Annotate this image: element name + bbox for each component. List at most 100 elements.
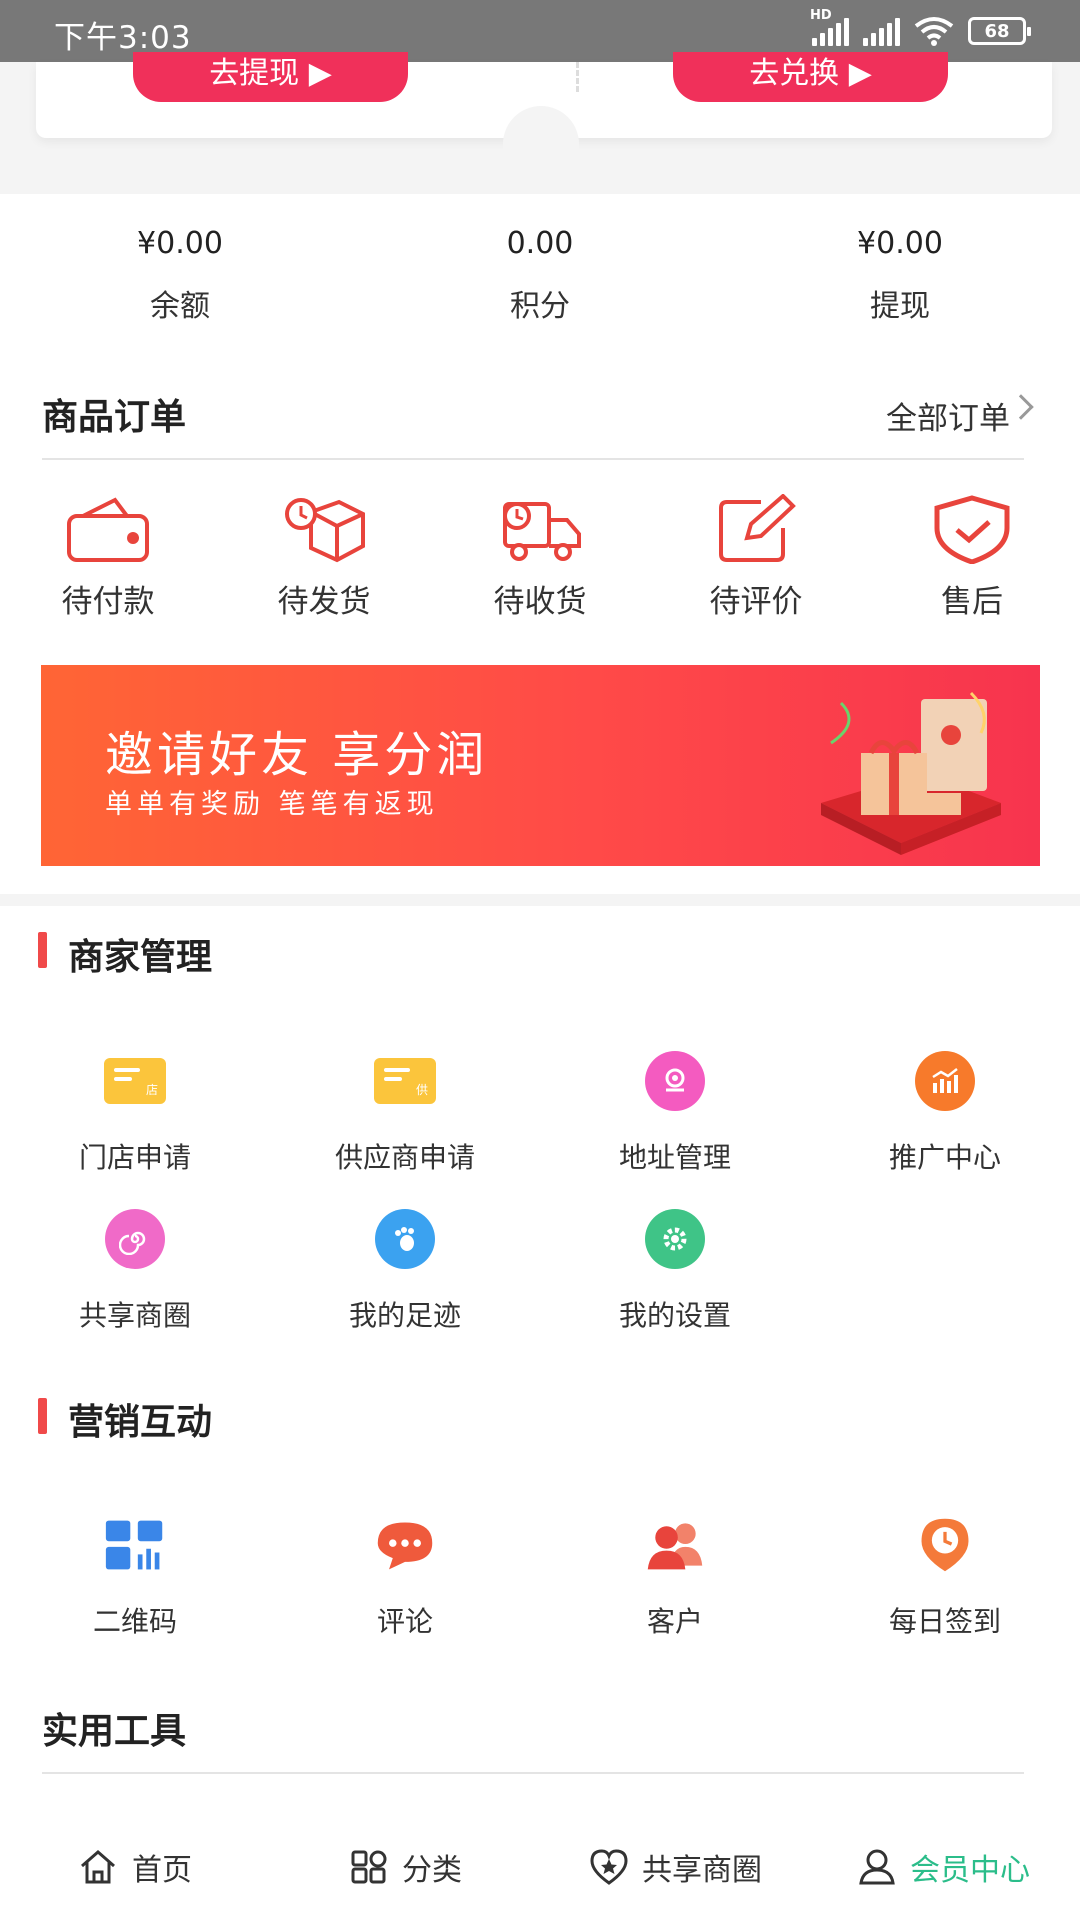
order-label: 待发货 bbox=[277, 584, 371, 620]
order-label: 售后 bbox=[941, 584, 1003, 620]
order-pending-shipment[interactable]: 待发货 bbox=[244, 494, 404, 621]
qrcode-icon bbox=[104, 1514, 166, 1576]
category-icon bbox=[351, 1850, 387, 1884]
stat-withdrawn[interactable]: ¥0.00 提现 bbox=[790, 226, 1010, 325]
grid-label: 二维码 bbox=[92, 1605, 177, 1638]
customers-item[interactable]: 客户 bbox=[560, 1514, 790, 1640]
card-divider bbox=[576, 62, 579, 92]
invite-banner[interactable]: 邀请好友 享分润 单单有奖励 笔笔有返现 bbox=[41, 665, 1040, 866]
section-gap bbox=[0, 894, 1080, 906]
nav-label: 共享商圈 bbox=[642, 1853, 762, 1888]
banner-title: 邀请好友 享分润 bbox=[105, 727, 489, 783]
order-pending-receipt[interactable]: 待收货 bbox=[460, 494, 620, 621]
section-marker bbox=[38, 932, 47, 968]
grid-label: 共享商圈 bbox=[78, 1299, 191, 1332]
qrcode-item[interactable]: 二维码 bbox=[20, 1514, 250, 1640]
store-apply-item[interactable]: 店 门店申请 bbox=[20, 1050, 250, 1176]
withdraw-button[interactable]: 去提现 ▶ bbox=[133, 52, 408, 102]
shared-circle-item[interactable]: 共享商圈 bbox=[20, 1208, 250, 1334]
battery-icon: 68 bbox=[968, 17, 1031, 45]
order-pending-payment[interactable]: 待付款 bbox=[28, 494, 188, 621]
nav-home[interactable]: 首页 bbox=[78, 1845, 192, 1889]
promotion-center-item[interactable]: 推广中心 bbox=[830, 1050, 1060, 1176]
supplier-apply-item[interactable]: 供 供应商申请 bbox=[290, 1050, 520, 1176]
home-icon bbox=[81, 1850, 115, 1884]
grid-label: 客户 bbox=[646, 1605, 703, 1638]
edit-icon bbox=[719, 494, 796, 562]
marketing-title: 营销互动 bbox=[68, 1402, 213, 1443]
stat-value: ¥0.00 bbox=[137, 226, 223, 261]
section-marker bbox=[38, 1398, 47, 1434]
customers-icon bbox=[644, 1514, 706, 1576]
chevron-right-icon[interactable] bbox=[1008, 394, 1034, 420]
daily-checkin-item[interactable]: 每日签到 bbox=[830, 1514, 1060, 1640]
stat-value: 0.00 bbox=[506, 226, 574, 261]
stat-value: ¥0.00 bbox=[857, 226, 943, 261]
top-card-area: 去提现 ▶ 去兑换 ▶ bbox=[0, 52, 1080, 194]
store-card-icon: 店 bbox=[104, 1058, 166, 1104]
status-icons: HD 68 bbox=[810, 8, 1031, 50]
nav-shared-circle[interactable]: 共享商圈 bbox=[590, 1845, 762, 1889]
grid-label: 每日签到 bbox=[888, 1605, 1001, 1638]
tools-title: 实用工具 bbox=[42, 1711, 187, 1752]
my-settings-item[interactable]: 我的设置 bbox=[560, 1208, 790, 1334]
checkin-icon bbox=[914, 1514, 976, 1576]
grid-label: 我的设置 bbox=[618, 1299, 731, 1332]
shield-icon bbox=[934, 495, 1010, 564]
nav-label: 分类 bbox=[402, 1853, 462, 1888]
nav-member-center[interactable]: 会员中心 bbox=[858, 1845, 1030, 1889]
order-pending-review[interactable]: 待评价 bbox=[676, 494, 836, 621]
comment-icon bbox=[374, 1514, 436, 1576]
footprint-item[interactable]: 我的足迹 bbox=[290, 1208, 520, 1334]
exchange-button[interactable]: 去兑换 ▶ bbox=[673, 52, 948, 102]
settings-icon bbox=[645, 1209, 705, 1269]
grid-label: 我的足迹 bbox=[348, 1299, 461, 1332]
card-notch bbox=[503, 106, 579, 182]
nav-label: 首页 bbox=[132, 1853, 192, 1888]
account-stats: ¥0.00 余额 0.00 积分 ¥0.00 提现 bbox=[0, 194, 1080, 334]
nav-label: 会员中心 bbox=[910, 1853, 1030, 1888]
banner-subtitle: 单单有奖励 笔笔有返现 bbox=[105, 789, 439, 820]
wallet-icon bbox=[67, 497, 149, 562]
grid-label: 地址管理 bbox=[618, 1141, 731, 1174]
grid-label: 推广中心 bbox=[888, 1141, 1001, 1174]
truck-icon bbox=[503, 502, 581, 561]
battery-level: 68 bbox=[984, 20, 1010, 42]
cellular-signal-icon: HD bbox=[810, 8, 849, 46]
supplier-card-icon: 供 bbox=[374, 1058, 436, 1104]
merchant-title: 商家管理 bbox=[68, 937, 213, 978]
stat-label: 积分 bbox=[510, 289, 570, 324]
address-manage-item[interactable]: 地址管理 bbox=[560, 1050, 790, 1176]
hd-label: HD bbox=[810, 8, 832, 23]
stat-balance[interactable]: ¥0.00 余额 bbox=[70, 226, 290, 325]
gift-box-illustration bbox=[821, 691, 1001, 855]
tools-divider bbox=[42, 1772, 1024, 1774]
user-icon bbox=[859, 1849, 895, 1885]
wifi-icon bbox=[914, 17, 954, 46]
comment-item[interactable]: 评论 bbox=[290, 1514, 520, 1640]
stat-points[interactable]: 0.00 积分 bbox=[430, 226, 650, 325]
star-heart-icon bbox=[590, 1849, 628, 1885]
stat-label: 提现 bbox=[870, 289, 930, 324]
order-label: 待评价 bbox=[709, 584, 803, 620]
order-label: 待付款 bbox=[61, 584, 155, 620]
cellular-signal-2-icon bbox=[863, 16, 900, 46]
chart-icon bbox=[915, 1051, 975, 1111]
all-orders-link[interactable]: 全部订单 bbox=[886, 393, 1010, 438]
nav-category[interactable]: 分类 bbox=[350, 1845, 462, 1889]
location-icon bbox=[645, 1051, 705, 1111]
supplier-card-badge: 供 bbox=[415, 1083, 428, 1097]
order-after-sales[interactable]: 售后 bbox=[892, 494, 1052, 621]
store-card-badge: 店 bbox=[145, 1083, 158, 1097]
orders-divider bbox=[42, 458, 1024, 460]
bottom-nav: 首页 分类 共享商圈 会员中心 bbox=[0, 1815, 1080, 1920]
grid-label: 门店申请 bbox=[78, 1141, 191, 1174]
stat-label: 余额 bbox=[150, 289, 210, 324]
order-label: 待收货 bbox=[493, 584, 587, 620]
footprint-icon bbox=[375, 1209, 435, 1269]
package-icon bbox=[285, 498, 365, 563]
status-time: 下午3:03 bbox=[54, 20, 192, 56]
grid-label: 供应商申请 bbox=[334, 1141, 475, 1174]
orders-title: 商品订单 bbox=[42, 397, 187, 438]
spiral-icon bbox=[105, 1209, 165, 1269]
